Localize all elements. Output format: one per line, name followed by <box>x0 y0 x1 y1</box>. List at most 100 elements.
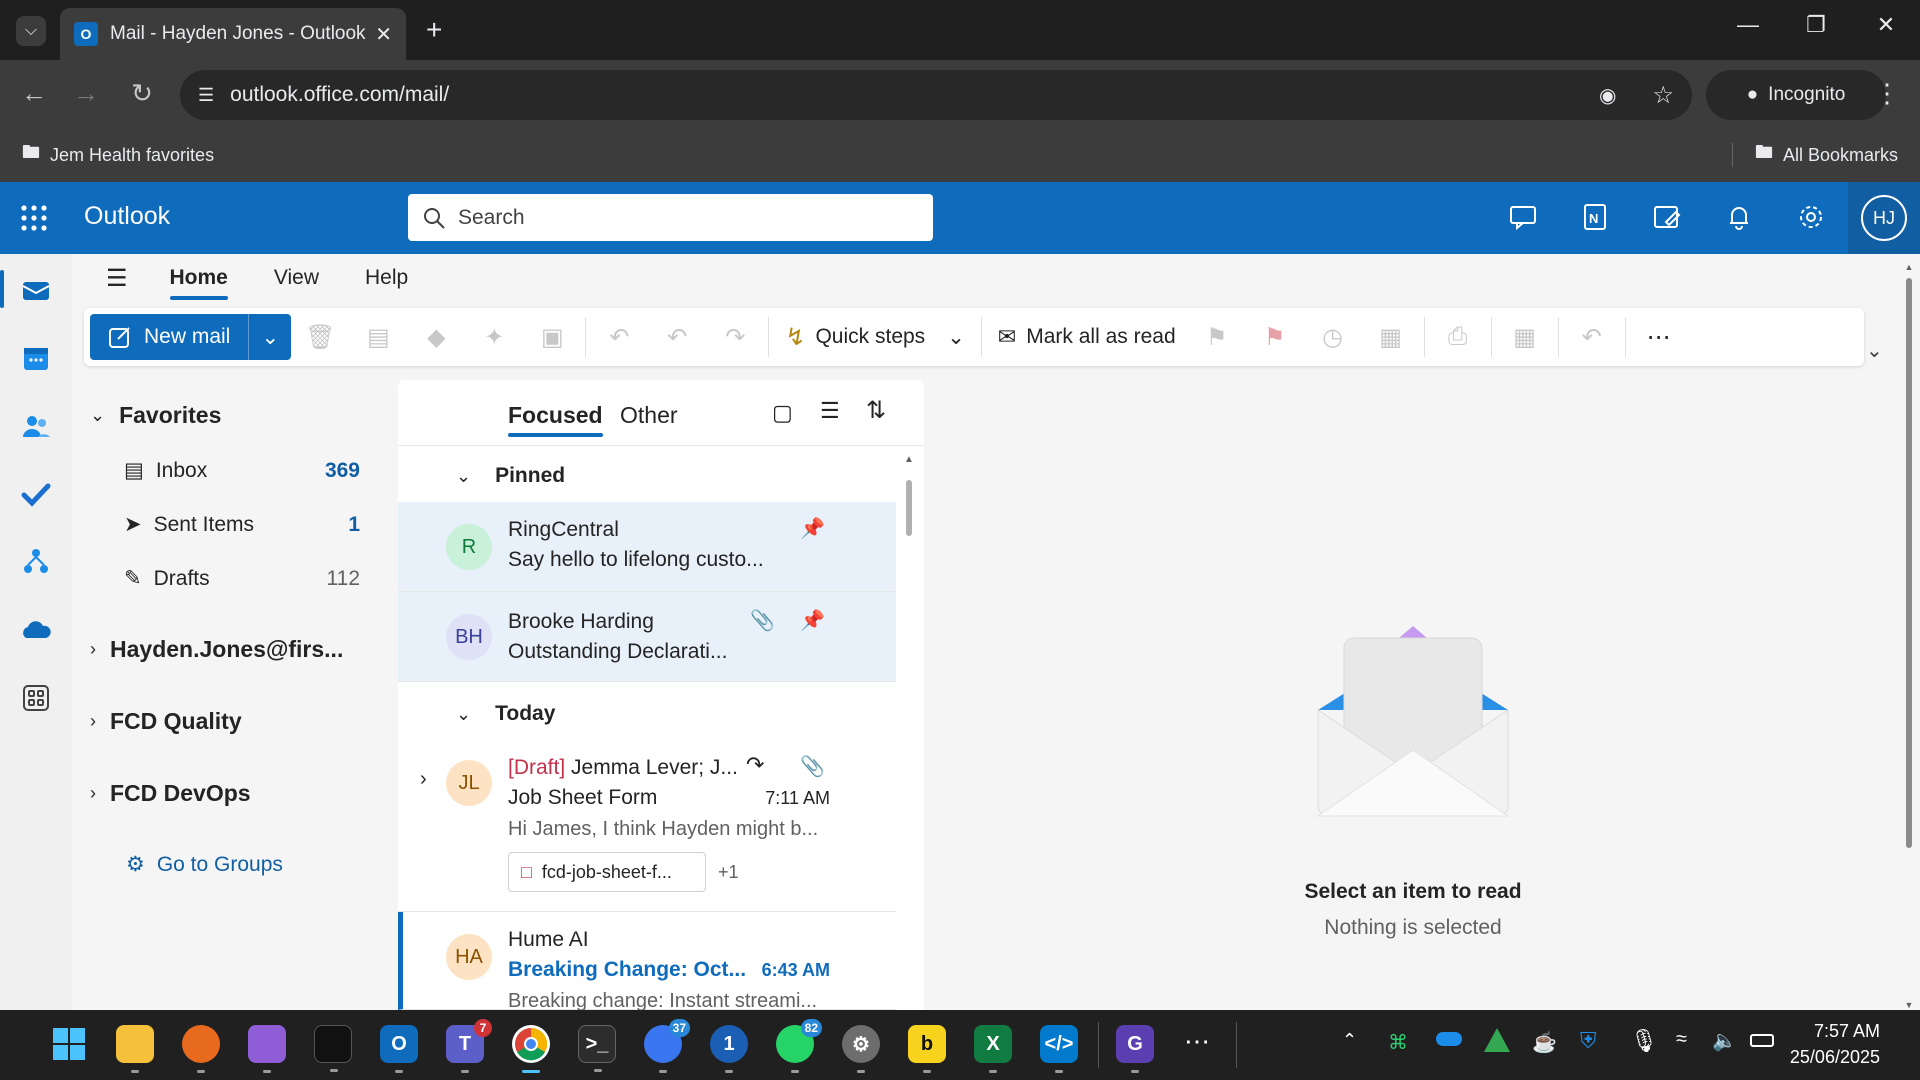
search-box[interactable]: Search <box>408 194 933 241</box>
calendar-icon[interactable] <box>20 342 52 374</box>
filter-icon[interactable]: ☰ <box>820 398 840 424</box>
people-icon[interactable] <box>20 410 52 442</box>
message-item-unread[interactable]: HA Hume AI Breaking Change: Oct... 6:43 … <box>398 912 896 1012</box>
bookmark-star-icon[interactable]: ☆ <box>1652 81 1674 110</box>
account-avatar[interactable]: HJ <box>1848 182 1920 254</box>
pin-icon[interactable]: 📌 <box>800 608 825 633</box>
back-button[interactable]: ← <box>14 78 54 109</box>
windows-start-icon[interactable] <box>50 1025 88 1063</box>
app-launcher-icon[interactable] <box>20 204 48 232</box>
reload-button[interactable]: ↻ <box>122 78 162 109</box>
ribbon-expand-chevron-icon[interactable]: ⌄ <box>1866 338 1883 363</box>
incognito-indicator[interactable]: ● Incognito <box>1706 70 1886 120</box>
taskbar-overflow-icon[interactable]: ⋯ <box>1184 1026 1210 1057</box>
bookmark-jem-health[interactable]: Jem Health favorites <box>50 145 214 166</box>
page-scrollbar[interactable]: ▲ ▼ <box>1902 262 1916 1010</box>
onedrive-icon[interactable] <box>20 614 52 646</box>
undo-icon[interactable]: ↶ <box>1563 323 1621 352</box>
scrollbar-thumb[interactable] <box>1906 278 1912 848</box>
tab-other[interactable]: Other <box>620 402 678 429</box>
snooze-clock-icon[interactable]: ◷ <box>1304 323 1362 352</box>
archive-icon[interactable]: ▤ <box>349 323 407 352</box>
volume-icon[interactable]: 🔈 <box>1712 1028 1737 1053</box>
g-app-icon[interactable]: G <box>1116 1025 1154 1073</box>
teams-icon[interactable]: T7 <box>446 1019 492 1073</box>
address-bar[interactable]: ☰ outlook.office.com/mail/ ◉ ☆ <box>180 70 1692 120</box>
go-to-groups-link[interactable]: ⚙ Go to Groups <box>126 852 362 877</box>
forward-icon[interactable]: ↷ <box>706 323 764 352</box>
vscode-icon[interactable]: </> <box>1040 1025 1078 1073</box>
reply-icon[interactable]: ↶ <box>590 323 648 352</box>
attachment-chip[interactable]: □ fcd-job-sheet-f... <box>508 852 706 892</box>
notifications-bell-icon[interactable] <box>1724 202 1756 234</box>
group-header-pinned[interactable]: ⌄ Pinned <box>456 464 565 488</box>
site-info-icon[interactable]: ☰ <box>198 85 214 106</box>
quick-steps-button[interactable]: ↯ Quick steps ⌄ <box>773 314 976 360</box>
scroll-up-arrow-icon[interactable]: ▲ <box>1902 262 1916 272</box>
tray-microphone-icon[interactable]: 🎙 <box>1630 1028 1658 1054</box>
mark-all-read-button[interactable]: ✉ Mark all as read <box>986 314 1188 360</box>
onenote-icon[interactable]: N <box>1580 202 1612 234</box>
browser-tab-active[interactable]: O Mail - Hayden Jones - Outlook ✕ <box>60 8 406 60</box>
signal-icon[interactable]: 37 <box>644 1019 690 1073</box>
folder-drafts[interactable]: ✎ Drafts 112 <box>124 566 360 591</box>
tab-search-button[interactable]: ⌵ <box>16 16 46 46</box>
group-header-today[interactable]: ⌄ Today <box>456 702 555 726</box>
tab-home[interactable]: Home <box>169 266 229 300</box>
delete-icon[interactable]: 🗑 <box>291 323 349 352</box>
sort-icon[interactable]: ⇅ <box>866 396 886 425</box>
select-checkbox-icon[interactable]: ▢ <box>772 400 793 426</box>
tab-view[interactable]: View <box>274 266 319 290</box>
close-window-button[interactable]: ✕ <box>1866 12 1906 38</box>
rules-icon[interactable]: ▦ <box>1362 323 1420 352</box>
expand-thread-chevron-icon[interactable]: › <box>420 768 427 791</box>
tray-google-drive-icon[interactable] <box>1484 1028 1510 1052</box>
more-apps-icon[interactable] <box>20 682 52 714</box>
system-clock[interactable]: 7:57 AM 25/06/2025 <box>1790 1018 1880 1070</box>
outlook-icon[interactable]: O <box>380 1025 418 1073</box>
mail-icon[interactable] <box>20 274 52 306</box>
more-options-icon[interactable]: ⋯ <box>1630 323 1688 352</box>
flag-icon[interactable]: ⚑ <box>1246 323 1304 352</box>
favorites-header[interactable]: ⌄ Favorites <box>90 402 221 429</box>
excel-icon[interactable]: X <box>974 1025 1012 1073</box>
obsidian-icon[interactable] <box>248 1025 286 1073</box>
minimize-button[interactable]: — <box>1728 12 1768 38</box>
settings-app-icon[interactable]: ⚙ <box>842 1025 880 1073</box>
message-item[interactable]: › JL [Draft] Jemma Lever; J... ↷ 📎 Job S… <box>398 740 896 912</box>
battery-icon[interactable] <box>1750 1034 1774 1047</box>
report-shield-icon[interactable]: ◆ <box>407 323 465 352</box>
tray-onedrive-icon[interactable] <box>1436 1032 1462 1046</box>
tag-icon[interactable]: ⚑ <box>1188 323 1246 352</box>
tray-cup-icon[interactable]: ☕ <box>1532 1030 1557 1055</box>
group-fcd-devops[interactable]: › FCD DevOps <box>90 780 251 807</box>
all-bookmarks[interactable]: All Bookmarks <box>1783 145 1898 166</box>
restore-button[interactable]: ❐ <box>1796 12 1836 38</box>
sweep-broom-icon[interactable]: ✦ <box>465 323 523 352</box>
eye-off-icon[interactable]: ◉ <box>1599 83 1616 108</box>
message-list-scrollbar[interactable] <box>906 480 912 536</box>
new-mail-dropdown[interactable]: ⌄ <box>249 314 291 360</box>
firefox-icon[interactable] <box>182 1025 220 1073</box>
org-explorer-icon[interactable] <box>20 546 52 578</box>
tab-focused[interactable]: Focused <box>508 402 603 437</box>
tray-chevron-up-icon[interactable]: ⌃ <box>1342 1030 1357 1051</box>
my-day-icon[interactable] <box>1652 202 1684 234</box>
tray-app-icon[interactable]: ⌘ <box>1388 1030 1408 1055</box>
more-attachments[interactable]: +1 <box>718 862 739 883</box>
teams-chat-icon[interactable] <box>1508 202 1540 234</box>
account-hayden-jones[interactable]: › Hayden.Jones@firs... <box>90 636 343 663</box>
apps-grid-icon[interactable]: ▦ <box>1496 323 1554 352</box>
message-item[interactable]: R RingCentral Say hello to lifelong cust… <box>398 502 896 592</box>
new-mail-button[interactable]: New mail <box>90 314 250 360</box>
scroll-down-arrow-icon[interactable]: ▼ <box>1902 1000 1916 1010</box>
1password-icon[interactable]: 1 <box>710 1025 748 1073</box>
hamburger-menu-icon[interactable]: ☰ <box>106 264 128 293</box>
pin-icon[interactable]: 📌 <box>800 516 825 541</box>
cube-app-icon[interactable] <box>314 1025 352 1072</box>
wifi-icon[interactable]: ≈ <box>1676 1028 1687 1051</box>
print-icon[interactable]: ⎙ <box>1429 323 1487 351</box>
folder-sent-items[interactable]: ➤ Sent Items 1 <box>124 512 360 537</box>
move-to-folder-icon[interactable]: ▣ <box>523 323 581 352</box>
new-tab-button[interactable]: + <box>426 14 442 46</box>
